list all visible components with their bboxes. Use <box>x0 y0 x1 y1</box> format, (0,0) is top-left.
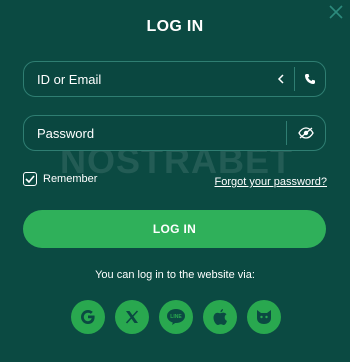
line-icon[interactable]: LINE <box>159 300 193 334</box>
chevron-left-icon[interactable] <box>274 74 288 84</box>
login-button[interactable]: LOG IN <box>23 210 326 248</box>
eye-off-icon[interactable] <box>287 127 325 139</box>
remember-me[interactable]: Remember <box>23 172 97 186</box>
remember-label: Remember <box>43 173 98 185</box>
phone-icon[interactable] <box>295 73 325 85</box>
remember-checkbox[interactable] <box>23 172 37 186</box>
x-icon[interactable] <box>115 300 149 334</box>
forgot-password-link[interactable]: Forgot your password? <box>215 176 328 188</box>
dialog-title: LOG IN <box>146 18 204 35</box>
password-field[interactable] <box>23 115 326 151</box>
social-login-caption: You can log in to the website via: <box>95 269 255 281</box>
google-icon[interactable] <box>71 300 105 334</box>
id-email-input[interactable] <box>24 61 274 97</box>
id-email-field[interactable] <box>23 61 326 97</box>
social-login-row: LINE <box>71 300 281 334</box>
password-input[interactable] <box>24 115 286 151</box>
steam-icon[interactable] <box>247 300 281 334</box>
apple-icon[interactable] <box>203 300 237 334</box>
svg-text:LINE: LINE <box>170 314 182 320</box>
